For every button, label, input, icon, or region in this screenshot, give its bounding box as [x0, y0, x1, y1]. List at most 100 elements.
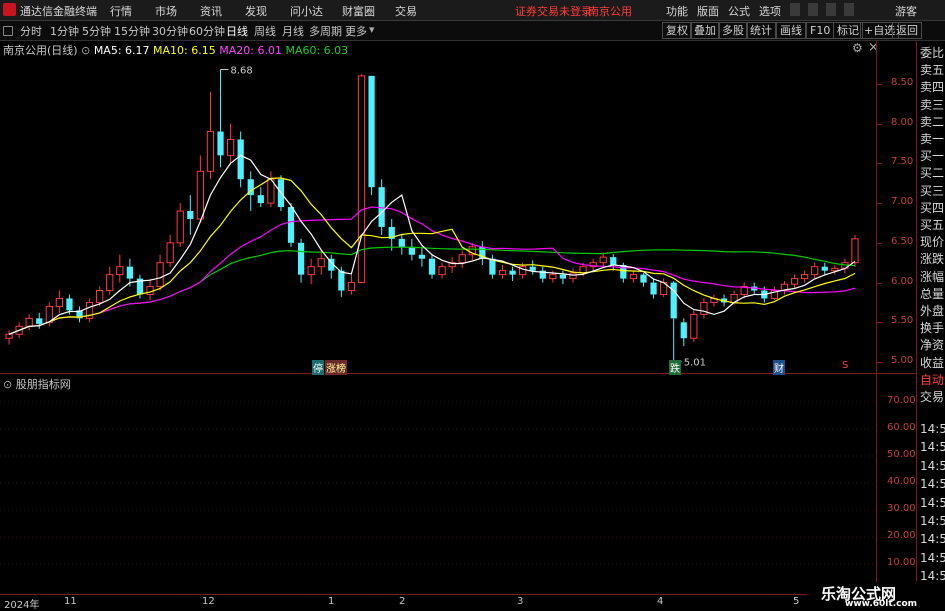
help-icon[interactable] [844, 3, 854, 16]
diejia-button[interactable]: 叠加 [690, 22, 720, 39]
price-tick-mark [877, 362, 882, 364]
period-multi[interactable]: 多周期 [309, 23, 342, 39]
period-1min[interactable]: 1分钟 [50, 23, 79, 39]
tag-halt: 停 [312, 360, 324, 375]
menu-faxian[interactable]: 发现 [245, 3, 267, 19]
candlestick-chart[interactable]: 8.68 5.01 [0, 56, 876, 374]
ma5-line [8, 154, 856, 335]
duogu-button[interactable]: 多股 [718, 22, 748, 39]
period-more[interactable]: 更多 [345, 23, 367, 39]
period-toolbar: 分时 1分钟 5分钟 15分钟 30分钟 60分钟 日线 周线 月线 多周期 更… [0, 21, 945, 41]
candle-body [347, 282, 356, 292]
skin-icon[interactable] [808, 3, 818, 16]
menu-wenxiaoda[interactable]: 问小达 [290, 3, 323, 19]
period-fenshi[interactable]: 分时 [20, 23, 42, 39]
candle-body [549, 274, 557, 280]
candle-body [106, 274, 114, 292]
indicator-tick: 60.00 [887, 422, 916, 433]
candle-body [559, 274, 567, 279]
indicator-tick: 40.00 [887, 476, 916, 487]
price-tick: 5.50 [891, 315, 914, 327]
period-30min[interactable]: 30分钟 [152, 23, 188, 39]
candle-body [287, 207, 295, 243]
period-15min[interactable]: 15分钟 [114, 23, 150, 39]
side-item: 委比 [920, 46, 945, 60]
menu-jiaoyi[interactable]: 交易 [395, 3, 417, 19]
tongji-button[interactable]: 统计 [746, 22, 776, 39]
side-item: 卖一 [920, 132, 945, 146]
indicator-tick: 70.00 [887, 395, 916, 406]
candle-body [226, 138, 235, 156]
trade-time: 14:5 [920, 440, 945, 455]
side-item: 涨幅 [920, 269, 945, 284]
period-weekly[interactable]: 周线 [254, 23, 276, 39]
price-tick: 8.00 [891, 116, 914, 128]
menu-gongneng[interactable]: 功能 [666, 3, 688, 19]
message-icon[interactable] [826, 3, 836, 16]
candle-body [206, 131, 215, 172]
user-label[interactable]: 游客 [895, 3, 917, 19]
period-daily[interactable]: 日线 [226, 23, 248, 39]
huaxian-button[interactable]: 画线 [776, 22, 806, 39]
menu-zixun[interactable]: 资讯 [200, 3, 222, 19]
candle-body [217, 131, 224, 156]
trade-time: 14:5 [920, 495, 945, 510]
candle-body [368, 75, 375, 188]
candle-body [599, 256, 607, 264]
candle-body [610, 257, 617, 266]
app-title: 通达信金融终端 [20, 5, 97, 18]
tag-finance: 财 [773, 360, 785, 375]
side-item: 现价 [920, 235, 945, 250]
login-notice[interactable]: 证券交易未登录 [515, 3, 592, 19]
indicator-pane[interactable] [0, 376, 876, 591]
side-item: 净资 [920, 338, 945, 353]
candle-body [196, 170, 204, 220]
low-label: 5.01 [684, 357, 706, 368]
candle-body [176, 210, 184, 244]
price-tick-mark [877, 242, 882, 244]
candle-body [790, 278, 799, 285]
close-icon[interactable]: × [868, 40, 879, 55]
candle-body [357, 75, 366, 284]
menu-bar: 通达信金融终端 行情 市场 资讯 发现 问小达 财富圈 交易 证券交易未登录 南… [0, 0, 945, 21]
side-item: 买五 [920, 218, 945, 232]
settings-icon[interactable]: ⚙ [852, 41, 863, 55]
toggle-icon[interactable] [3, 26, 13, 36]
menu-banmian[interactable]: 版面 [697, 3, 719, 19]
menu-hangqing[interactable]: 行情 [110, 3, 132, 19]
period-monthly[interactable]: 月线 [282, 23, 304, 39]
candle-body [821, 266, 828, 271]
side-item[interactable]: 自动 [920, 371, 944, 388]
menu-gongshi[interactable]: 公式 [728, 3, 750, 19]
price-tick-mark [877, 203, 882, 205]
candle-body [670, 282, 677, 319]
candle-body [307, 266, 315, 276]
back-button[interactable]: 返回 [892, 22, 922, 39]
price-axis: 5.00 5.50 6.00 6.50 7.00 7.50 8.00 8.50 [877, 56, 916, 374]
menu-shichang[interactable]: 市场 [155, 3, 177, 19]
indicator-tick: 30.00 [887, 503, 916, 514]
candle-body [126, 266, 134, 279]
more-dropdown-icon[interactable]: ▾ [369, 23, 375, 36]
period-60min[interactable]: 60分钟 [189, 23, 225, 39]
side-item[interactable]: 交易 [920, 388, 944, 405]
candle-body [237, 139, 244, 180]
menu-caifuquan[interactable]: 财富圈 [342, 3, 375, 19]
price-tick: 5.00 [891, 355, 914, 367]
candle-body [418, 254, 426, 259]
biaoji-button[interactable]: 标记 [833, 22, 863, 39]
candle-body [529, 266, 536, 271]
fuquan-button[interactable]: 复权 [662, 22, 692, 39]
price-tick-mark [877, 163, 882, 165]
candle-body [629, 274, 638, 280]
menu-xuanxiang[interactable]: 选项 [759, 3, 781, 19]
candle-body [509, 270, 516, 275]
date-month-4: 4 [657, 596, 664, 607]
f10-button[interactable]: F10 [806, 22, 835, 39]
candle-body [146, 286, 154, 296]
window-icon[interactable] [790, 3, 800, 16]
candle-body [166, 242, 174, 264]
side-item: 卖三 [920, 97, 945, 112]
indicator-tick: 50.00 [887, 449, 916, 460]
period-5min[interactable]: 5分钟 [82, 23, 111, 39]
